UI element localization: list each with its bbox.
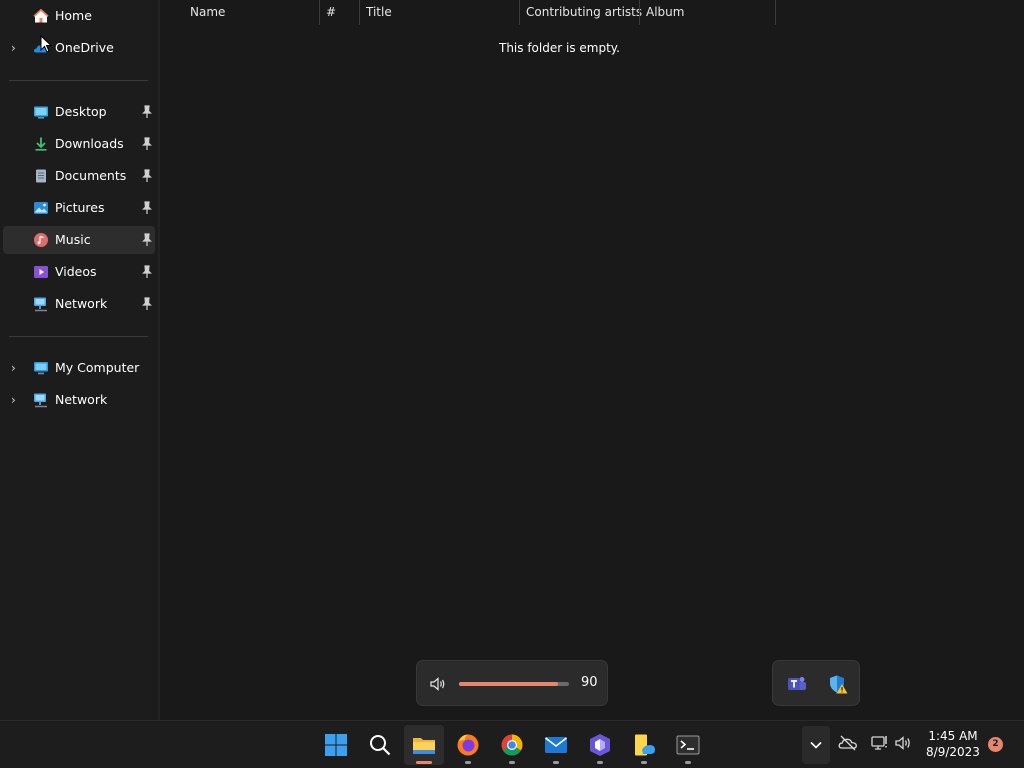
nav-label-music: Music xyxy=(55,232,91,247)
nav-label-documents: Documents xyxy=(55,168,127,183)
documents-icon xyxy=(36,169,46,183)
start-button[interactable] xyxy=(316,725,356,765)
nav-label-videos: Videos xyxy=(55,264,97,279)
taskbar-app-mail[interactable] xyxy=(536,725,576,765)
nav-item-downloads[interactable]: Downloads xyxy=(3,130,155,158)
home-icon xyxy=(33,8,49,23)
nav-item-my-computer[interactable]: › My Computer xyxy=(3,354,155,382)
pictures-icon xyxy=(34,202,48,214)
chevron-right-icon[interactable]: › xyxy=(11,361,23,375)
nav-item-network[interactable]: › Network xyxy=(3,386,155,414)
running-indicator xyxy=(641,761,647,764)
volume-slider-fill xyxy=(459,682,558,686)
nav-label-network-pinned: Network xyxy=(55,296,108,311)
search-icon xyxy=(370,735,391,756)
terminal-icon xyxy=(676,735,700,755)
navigation-pane: Home › OneDrive Desktop Downloads Docume… xyxy=(0,0,158,720)
nav-label-network: Network xyxy=(55,392,108,407)
network-icon xyxy=(34,297,47,312)
nav-label-downloads: Downloads xyxy=(55,136,124,151)
clock-date: 8/9/2023 xyxy=(926,745,980,759)
tray-overflow-button[interactable] xyxy=(802,726,830,764)
pin-icon[interactable] xyxy=(141,265,153,279)
file-list-pane[interactable]: Name ^ # Title Contributing artists Albu… xyxy=(160,0,1024,720)
running-indicator xyxy=(416,761,432,764)
volume-flyout: 90 xyxy=(416,660,608,706)
nav-label-onedrive: OneDrive xyxy=(55,40,114,55)
teams-icon[interactable] xyxy=(787,675,807,693)
column-divider[interactable] xyxy=(775,0,776,25)
shield-app-icon xyxy=(590,734,610,756)
nav-item-network-pinned[interactable]: Network xyxy=(3,290,155,318)
file-explorer-icon xyxy=(413,738,435,754)
taskbar: 1:45 AM 8/9/2023 2 xyxy=(0,720,1024,768)
nav-item-videos[interactable]: Videos xyxy=(3,258,155,286)
nav-separator xyxy=(9,80,148,81)
pin-icon[interactable] xyxy=(141,105,153,119)
defender-warning-icon[interactable] xyxy=(828,674,848,694)
firefox-icon xyxy=(457,734,479,756)
pin-icon[interactable] xyxy=(141,297,153,311)
nav-label-pictures: Pictures xyxy=(55,200,105,215)
network-icon xyxy=(34,393,47,408)
nav-item-music[interactable]: Music xyxy=(3,226,155,254)
taskbar-app-firefox[interactable] xyxy=(448,725,488,765)
empty-folder-message: This folder is empty. xyxy=(499,41,620,55)
nav-item-desktop[interactable]: Desktop xyxy=(3,98,155,126)
pin-icon[interactable] xyxy=(141,201,153,215)
search-button[interactable] xyxy=(360,725,400,765)
column-header-contributing-artists[interactable]: Contributing artists xyxy=(520,0,642,25)
sort-ascending-icon: ^ xyxy=(247,0,255,7)
pin-icon[interactable] xyxy=(141,233,153,247)
nav-item-onedrive[interactable]: › OneDrive xyxy=(3,34,155,62)
notification-badge[interactable]: 2 xyxy=(988,737,1003,752)
speaker-icon[interactable] xyxy=(894,733,914,753)
sticky-notes-icon xyxy=(635,734,655,756)
chevron-right-icon[interactable]: › xyxy=(11,393,23,407)
mouse-cursor-icon xyxy=(40,35,52,53)
running-indicator xyxy=(465,761,471,764)
taskbar-app-shield[interactable] xyxy=(580,725,620,765)
music-icon xyxy=(34,233,48,247)
running-indicator xyxy=(685,761,691,764)
column-header-title[interactable]: Title xyxy=(360,0,520,25)
videos-icon xyxy=(34,266,48,278)
desktop-folder-icon xyxy=(34,106,48,119)
clock[interactable]: 1:45 AM 8/9/2023 xyxy=(922,728,984,760)
network-status-icon[interactable] xyxy=(870,733,890,753)
clock-time: 1:45 AM xyxy=(928,729,978,743)
chevron-down-icon xyxy=(810,741,822,749)
mail-icon xyxy=(545,737,567,753)
taskbar-app-terminal[interactable] xyxy=(668,725,708,765)
running-indicator xyxy=(597,761,603,764)
computer-icon xyxy=(34,362,48,375)
nav-label-home: Home xyxy=(55,8,92,23)
chrome-icon xyxy=(501,734,523,756)
chevron-right-icon[interactable]: › xyxy=(11,41,23,55)
taskbar-app-file-explorer[interactable] xyxy=(404,725,444,765)
taskbar-app-notes[interactable] xyxy=(624,725,664,765)
nav-separator xyxy=(9,336,148,337)
pin-icon[interactable] xyxy=(141,137,153,151)
volume-value: 90 xyxy=(581,675,598,690)
windows-start-icon xyxy=(325,734,347,756)
onedrive-offline-icon[interactable] xyxy=(838,733,858,753)
nav-item-home[interactable]: Home xyxy=(3,2,155,30)
taskbar-app-chrome[interactable] xyxy=(492,725,532,765)
tray-overflow-flyout xyxy=(772,660,860,706)
nav-label-my-computer: My Computer xyxy=(55,360,140,375)
downloads-icon xyxy=(35,137,47,151)
nav-item-pictures[interactable]: Pictures xyxy=(3,194,155,222)
nav-label-desktop: Desktop xyxy=(55,104,107,119)
column-header-number[interactable]: # xyxy=(320,0,360,25)
speaker-icon[interactable] xyxy=(429,675,447,693)
nav-item-documents[interactable]: Documents xyxy=(3,162,155,190)
running-indicator xyxy=(509,761,515,764)
pin-icon[interactable] xyxy=(141,169,153,183)
running-indicator xyxy=(553,761,559,764)
column-header-album[interactable]: Album xyxy=(640,0,776,25)
volume-slider[interactable] xyxy=(459,682,569,686)
